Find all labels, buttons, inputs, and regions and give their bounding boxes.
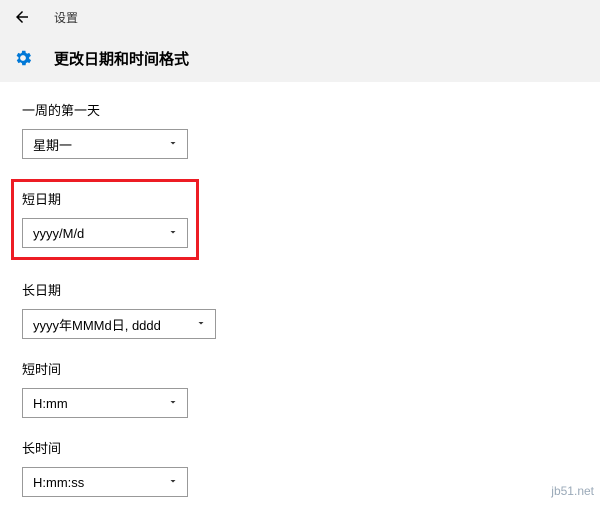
- settings-content: 一周的第一天 星期一 短日期 yyyy/M/d 长日期 yyyy年MMMd日, …: [0, 82, 600, 515]
- title-bar: 设置: [0, 0, 600, 34]
- page-heading-row: 更改日期和时间格式: [0, 34, 600, 82]
- short-time-label: 短时间: [22, 359, 578, 378]
- page-title: 更改日期和时间格式: [54, 48, 189, 69]
- window-title: 设置: [54, 9, 78, 26]
- settings-header: 设置 更改日期和时间格式: [0, 0, 600, 82]
- short-time-value: H:mm: [33, 396, 68, 411]
- field-first-day: 一周的第一天 星期一: [22, 100, 578, 159]
- first-day-select[interactable]: 星期一: [22, 129, 188, 159]
- field-long-time: 长时间 H:mm:ss: [22, 438, 578, 497]
- field-long-date: 长日期 yyyy年MMMd日, dddd: [22, 280, 578, 339]
- short-date-value: yyyy/M/d: [33, 226, 84, 241]
- long-time-label: 长时间: [22, 438, 578, 457]
- chevron-down-icon: [167, 475, 179, 490]
- long-date-label: 长日期: [22, 280, 578, 299]
- long-time-select[interactable]: H:mm:ss: [22, 467, 188, 497]
- chevron-down-icon: [195, 317, 207, 332]
- long-date-value: yyyy年MMMd日, dddd: [33, 315, 161, 334]
- short-date-label: 短日期: [22, 189, 188, 208]
- back-arrow-icon: [13, 8, 31, 26]
- long-time-value: H:mm:ss: [33, 475, 84, 490]
- highlight-short-date: 短日期 yyyy/M/d: [11, 179, 199, 260]
- long-date-select[interactable]: yyyy年MMMd日, dddd: [22, 309, 216, 339]
- short-time-select[interactable]: H:mm: [22, 388, 188, 418]
- chevron-down-icon: [167, 226, 179, 241]
- gear-icon: [12, 47, 34, 69]
- back-button[interactable]: [8, 3, 36, 31]
- field-short-time: 短时间 H:mm: [22, 359, 578, 418]
- chevron-down-icon: [167, 137, 179, 152]
- first-day-label: 一周的第一天: [22, 100, 578, 119]
- first-day-value: 星期一: [33, 135, 72, 154]
- field-short-date: 短日期 yyyy/M/d: [22, 179, 578, 260]
- short-date-select[interactable]: yyyy/M/d: [22, 218, 188, 248]
- watermark: jb51.net: [551, 484, 594, 498]
- chevron-down-icon: [167, 396, 179, 411]
